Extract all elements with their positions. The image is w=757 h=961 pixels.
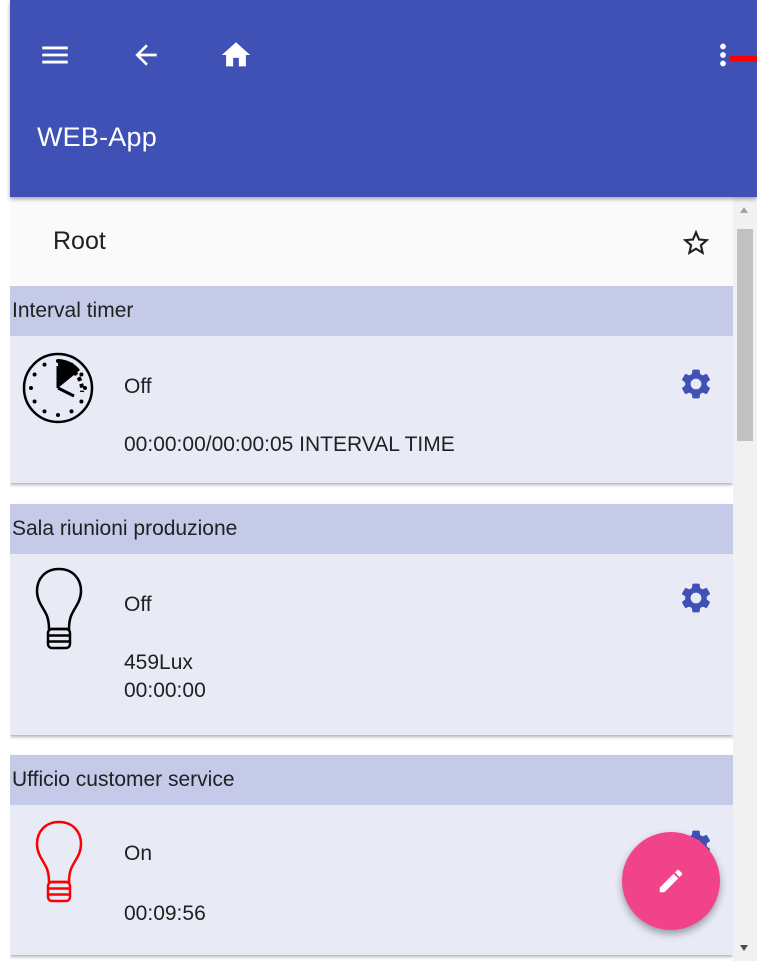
pencil-icon: [659, 869, 683, 893]
more-vert-icon[interactable]: [706, 38, 740, 72]
clock-icon: [20, 350, 96, 431]
detail-line: 00:09:56: [124, 902, 206, 925]
gear-icon[interactable]: [678, 580, 714, 616]
status-text: Off: [124, 375, 152, 398]
breadcrumb: Root: [10, 197, 733, 285]
content-list[interactable]: Root Interval timer Off 00:00:00/00:00:0…: [10, 197, 733, 961]
root-label: Root: [53, 227, 106, 255]
annotation-marker: [730, 56, 757, 61]
card-title: Interval timer: [10, 286, 733, 336]
device-card-sala-riunioni: Sala riunioni produzione Off 459Lux 00:0…: [10, 504, 733, 735]
status-text: Off: [124, 593, 152, 616]
device-card-ufficio-customer-service: Ufficio customer service On 00:09:56: [10, 755, 733, 955]
app-title: WEB-App: [37, 122, 157, 152]
back-arrow-icon[interactable]: [130, 39, 162, 71]
vertical-scrollbar[interactable]: [733, 197, 757, 961]
detail-line: 459Lux: [124, 651, 193, 674]
detail-line: 00:00:00: [124, 679, 206, 702]
device-card-interval-timer: Interval timer Off 00:00:00/00:00:05 INT…: [10, 286, 733, 483]
detail-line: 00:00:00/00:00:05 INTERVAL TIME: [124, 433, 455, 456]
lightbulb-icon: [34, 819, 84, 914]
edit-fab-button[interactable]: [622, 832, 720, 930]
status-text: On: [124, 842, 153, 865]
star-outline-icon[interactable]: [680, 227, 712, 264]
card-title: Ufficio customer service: [10, 755, 733, 805]
lightbulb-icon: [34, 566, 84, 661]
scrollbar-thumb[interactable]: [737, 229, 753, 441]
gear-icon[interactable]: [678, 366, 714, 402]
card-title: Sala riunioni produzione: [10, 504, 733, 554]
scroll-up-arrow-icon[interactable]: [740, 207, 748, 213]
app-bar: WEB-App: [10, 0, 757, 197]
scroll-down-arrow-icon[interactable]: [740, 945, 748, 951]
home-icon[interactable]: [219, 38, 253, 72]
menu-icon[interactable]: [38, 38, 72, 72]
